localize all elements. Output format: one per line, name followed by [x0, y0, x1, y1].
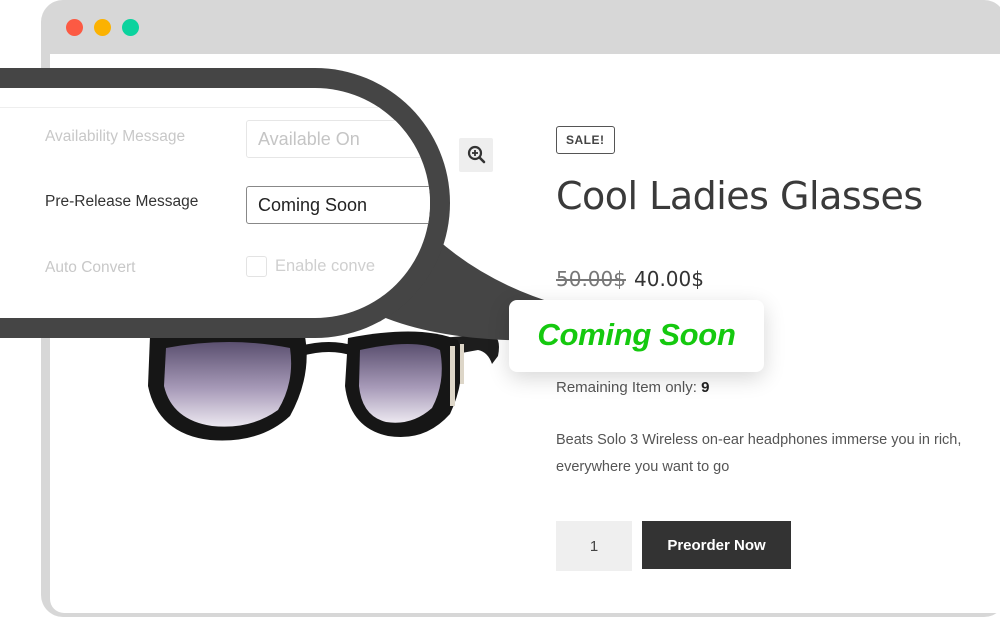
sale-badge: SALE! [556, 126, 615, 154]
enable-convert-label: Enable conve [275, 257, 375, 275]
coming-soon-callout: Coming Soon [509, 300, 764, 372]
window-close-button[interactable] [66, 19, 83, 36]
auto-convert-label: Auto Convert [45, 259, 136, 276]
coming-soon-text: Coming Soon [537, 317, 736, 352]
window-minimize-button[interactable] [94, 19, 111, 36]
product-title: Cool Ladies Glasses [556, 174, 923, 218]
prerelease-message-label: Pre-Release Message [45, 193, 199, 210]
product-description: Beats Solo 3 Wireless on-ear headphones … [556, 427, 996, 481]
preorder-button[interactable]: Preorder Now [642, 521, 791, 569]
divider [0, 107, 430, 108]
stock-remaining-count: 9 [701, 379, 710, 396]
settings-magnified-panel: Availability Message Available On Pre-Re… [0, 88, 430, 318]
prerelease-message-input[interactable]: Coming Soon [246, 186, 430, 224]
window-maximize-button[interactable] [122, 19, 139, 36]
image-zoom-button[interactable] [459, 138, 493, 172]
description-line-1: Beats Solo 3 Wireless on-ear headphones … [556, 432, 962, 448]
description-line-2: everywhere you want to go [556, 459, 730, 475]
stock-remaining: Remaining Item only: 9 [556, 379, 709, 396]
sale-price: 40.00$ [634, 267, 704, 291]
zoom-in-icon [467, 145, 486, 164]
availability-message-input[interactable]: Available On [246, 120, 430, 158]
stock-remaining-label: Remaining Item only: [556, 379, 697, 396]
auto-convert-checkbox[interactable] [246, 256, 267, 277]
quantity-input[interactable] [556, 521, 632, 571]
original-price: 50.00$ [556, 267, 626, 291]
availability-message-label: Availability Message [45, 128, 186, 145]
